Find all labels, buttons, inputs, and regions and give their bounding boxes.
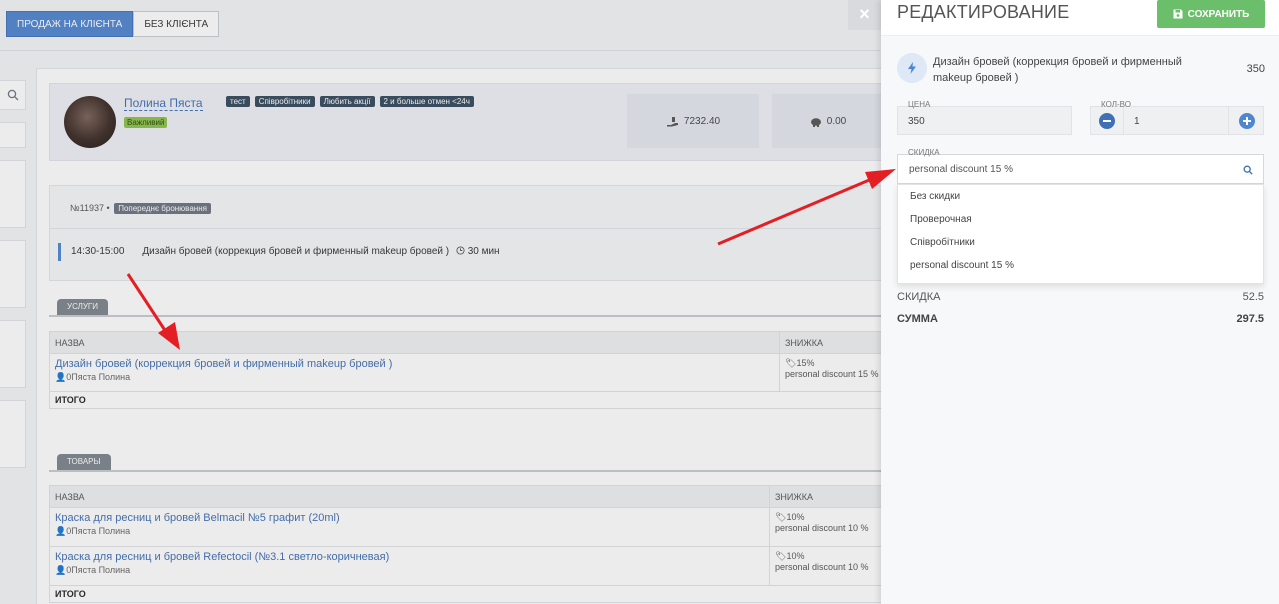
discount-option[interactable]: Співробітники bbox=[898, 231, 1263, 254]
minus-icon bbox=[1103, 120, 1111, 122]
edit-panel: РЕДАКТИРОВАНИЕ СОХРАНИТЬ Дизайн бровей (… bbox=[881, 0, 1279, 604]
panel-title: РЕДАКТИРОВАНИЕ bbox=[897, 2, 1070, 22]
modal-backdrop[interactable] bbox=[0, 0, 881, 604]
discount-option[interactable]: Проверочная bbox=[898, 208, 1263, 231]
summary-discount-value: 52.5 bbox=[1242, 291, 1264, 303]
close-panel-button[interactable]: × bbox=[848, 0, 881, 30]
price-field-value: 350 bbox=[908, 116, 925, 127]
discount-search-input[interactable]: СКИДКА personal discount 15 % bbox=[897, 148, 1264, 184]
lightning-icon bbox=[908, 62, 916, 74]
quantity-input[interactable]: 1 bbox=[1123, 107, 1229, 134]
floppy-disk-icon bbox=[1173, 9, 1183, 19]
panel-header: РЕДАКТИРОВАНИЕ СОХРАНИТЬ bbox=[881, 0, 1279, 36]
save-button[interactable]: СОХРАНИТЬ bbox=[1157, 0, 1265, 28]
panel-service-price: 350 bbox=[1246, 63, 1265, 75]
summary-discount-row: СКИДКА 52.5 bbox=[897, 291, 1264, 303]
summary-total-label: СУММА bbox=[897, 313, 938, 325]
service-icon bbox=[897, 53, 927, 83]
panel-service-name: Дизайн бровей (коррекция бровей и фирмен… bbox=[933, 56, 1182, 84]
panel-body: Дизайн бровей (коррекция бровей и фирмен… bbox=[881, 36, 1279, 604]
price-field-label: ЦЕНА bbox=[908, 100, 931, 109]
discount-option[interactable]: Без скидки bbox=[898, 185, 1263, 208]
plus-icon bbox=[1243, 117, 1251, 125]
discount-dropdown: Без скидки Проверочная Співробітники per… bbox=[897, 184, 1264, 284]
search-icon[interactable] bbox=[1243, 165, 1253, 175]
discount-field-label: СКИДКА bbox=[908, 148, 940, 157]
quantity-value: 1 bbox=[1134, 116, 1140, 127]
quantity-stepper: КОЛ-ВО 1 bbox=[1090, 100, 1264, 135]
price-field[interactable]: ЦЕНА 350 bbox=[897, 100, 1072, 135]
summary-total-value: 297.5 bbox=[1236, 313, 1264, 325]
discount-option[interactable]: personal discount 15 % bbox=[898, 254, 1263, 277]
summary-total-row: СУММА 297.5 bbox=[897, 313, 1264, 325]
quantity-decrease-button[interactable] bbox=[1099, 113, 1115, 129]
summary-discount-label: СКИДКА bbox=[897, 291, 941, 303]
quantity-increase-button[interactable] bbox=[1239, 113, 1255, 129]
save-button-label: СОХРАНИТЬ bbox=[1187, 8, 1250, 20]
discount-search-value: personal discount 15 % bbox=[909, 164, 1013, 175]
